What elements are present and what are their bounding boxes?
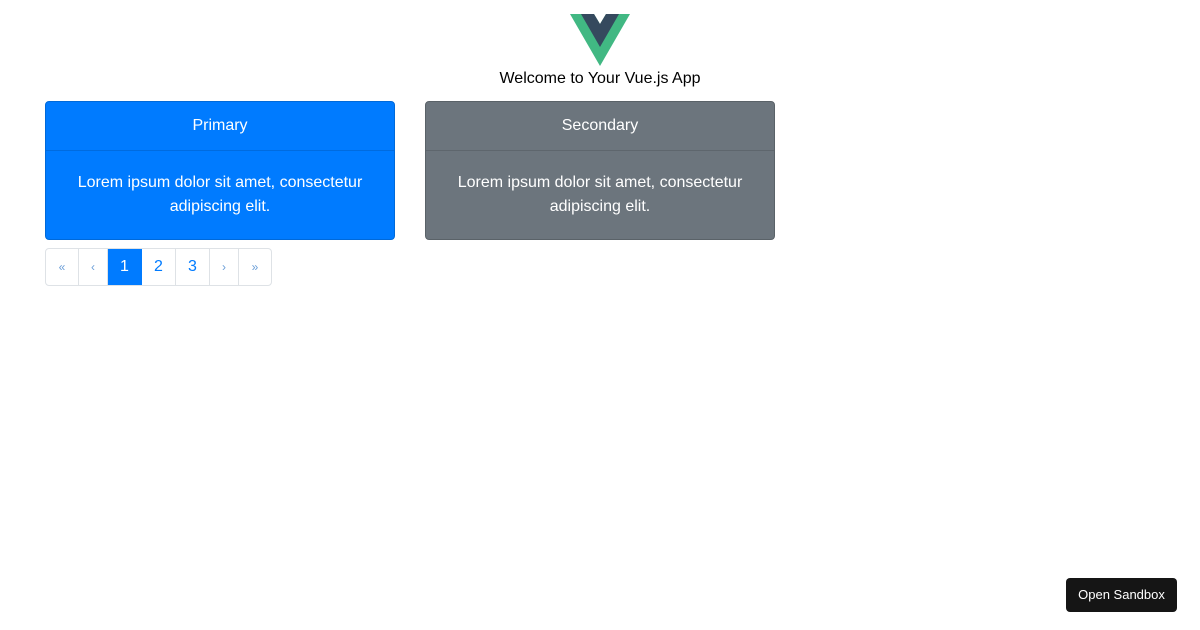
open-sandbox-button[interactable]: Open Sandbox (1066, 578, 1177, 612)
welcome-heading: Welcome to Your Vue.js App (499, 70, 701, 87)
card-header: Secondary (426, 102, 774, 151)
secondary-card: Secondary Lorem ipsum dolor sit amet, co… (425, 101, 775, 240)
card-body-text: Lorem ipsum dolor sit amet, consectetur … (77, 174, 363, 215)
page-2-button[interactable]: 2 (142, 249, 176, 285)
card-body-text: Lorem ipsum dolor sit amet, consectetur … (457, 174, 743, 215)
page-3-button[interactable]: 3 (176, 249, 210, 285)
pagination: « ‹ 1 2 3 › » (45, 248, 272, 286)
last-page-button[interactable]: » (239, 249, 271, 285)
page-1-button[interactable]: 1 (108, 249, 142, 285)
card-header: Primary (46, 102, 394, 151)
next-page-button[interactable]: › (210, 249, 239, 285)
first-page-button[interactable]: « (46, 249, 79, 285)
primary-card: Primary Lorem ipsum dolor sit amet, cons… (45, 101, 395, 240)
previous-page-button[interactable]: ‹ (79, 249, 108, 285)
vue-logo-icon (570, 14, 630, 66)
